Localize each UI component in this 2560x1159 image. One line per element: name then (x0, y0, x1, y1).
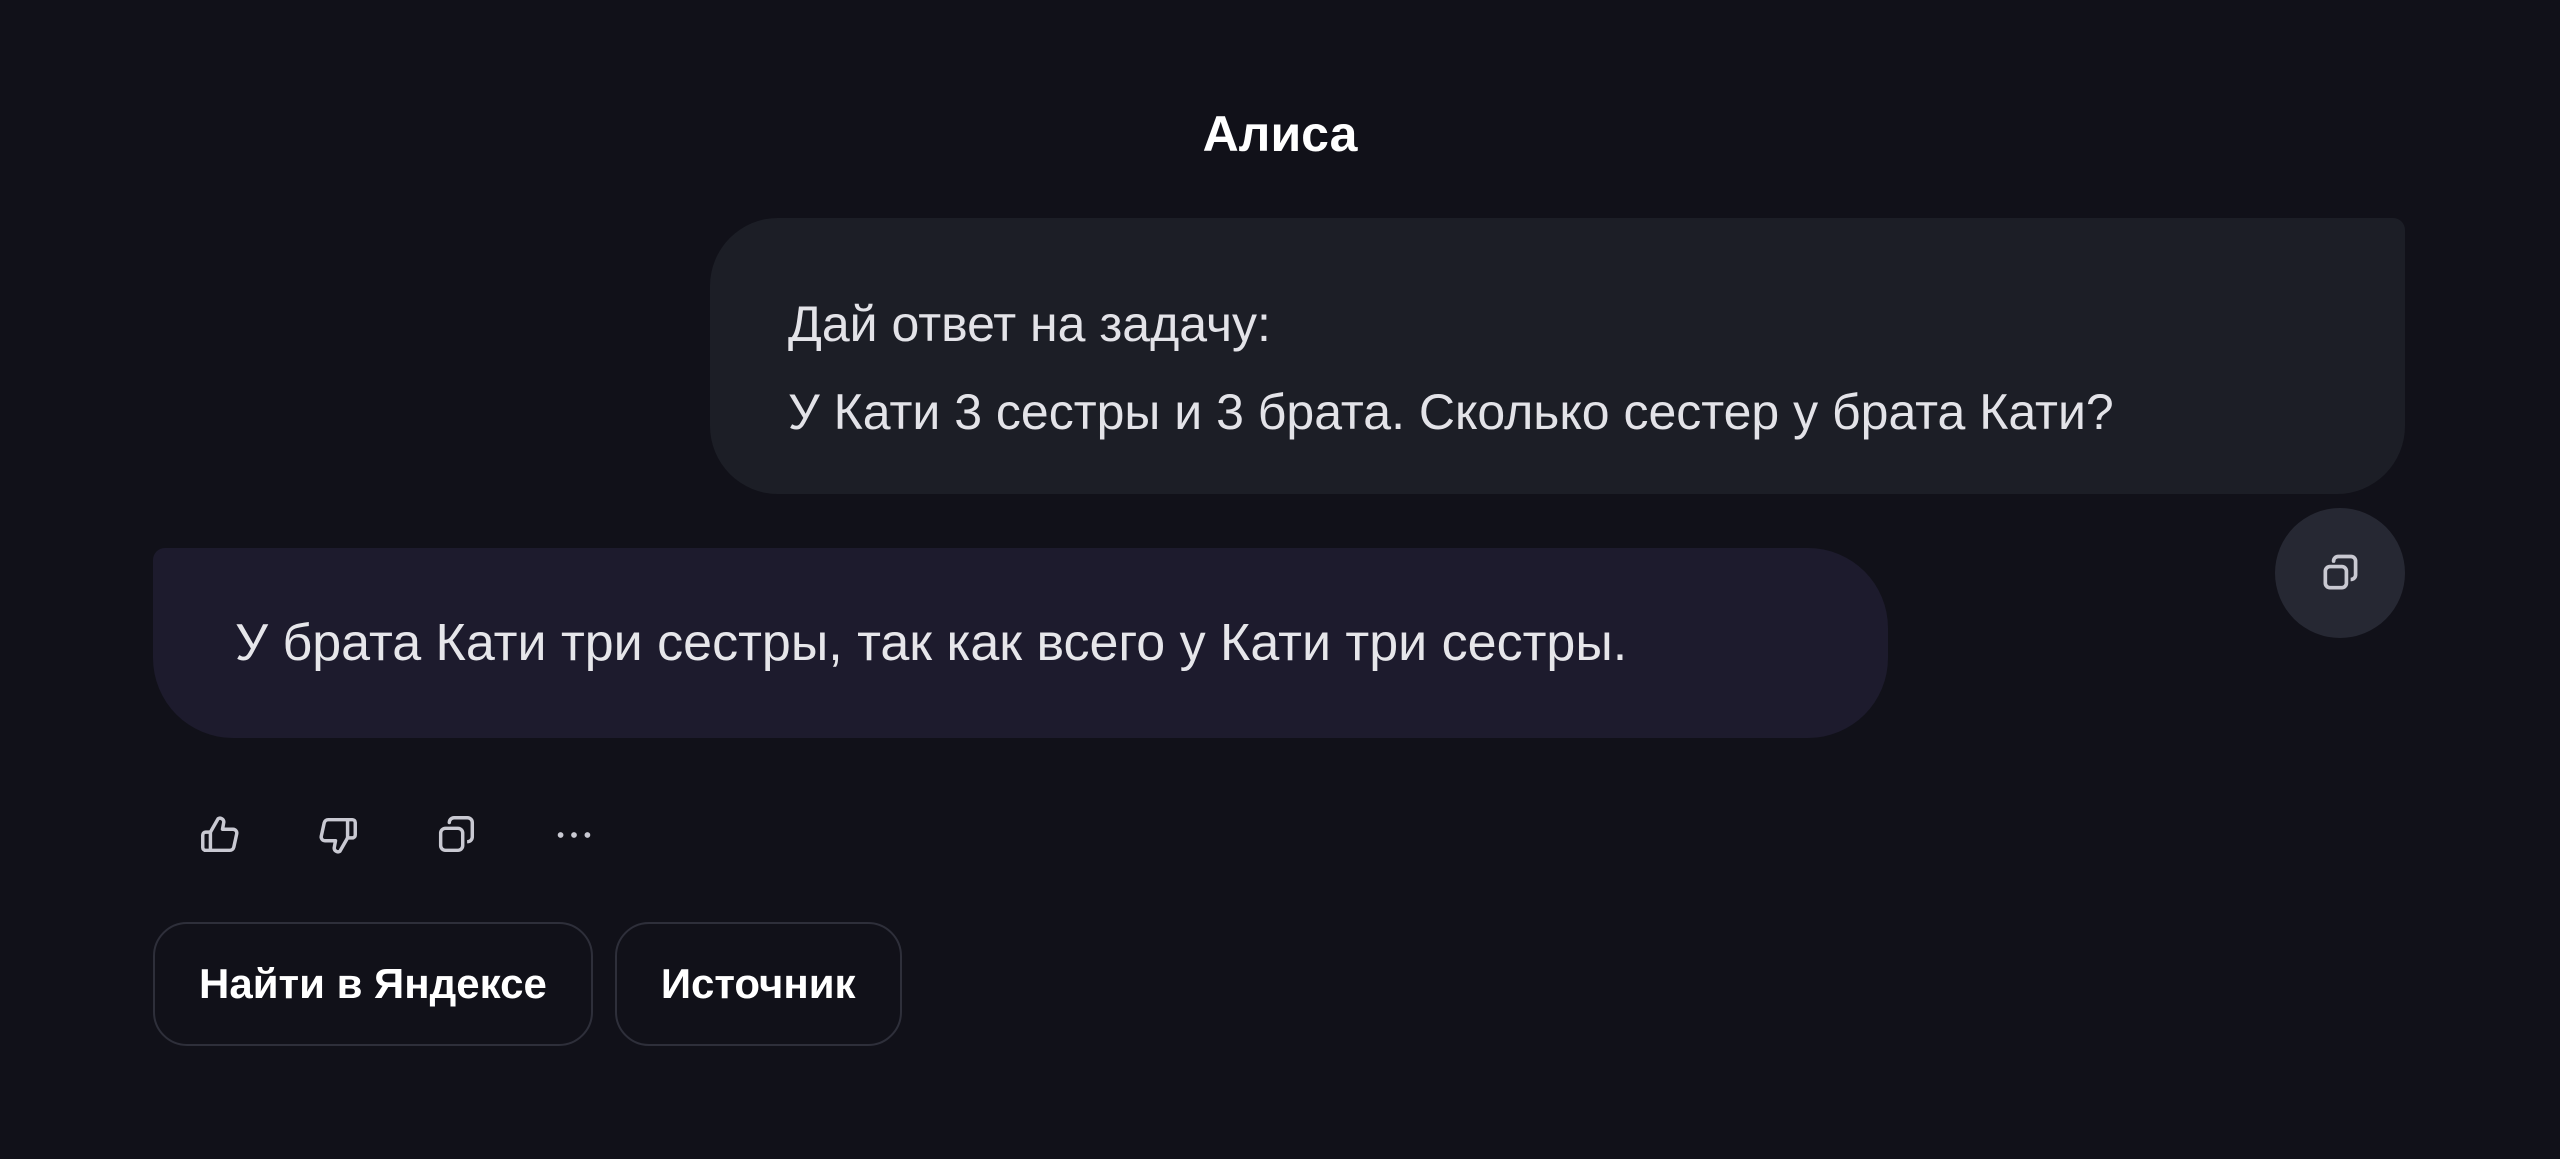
suggestion-chips: Найти в Яндексе Источник (153, 922, 924, 1046)
copy-button[interactable] (426, 805, 486, 865)
assistant-message-text: У брата Кати три сестры, так как всего у… (235, 614, 1628, 672)
copy-user-message-button[interactable] (2275, 508, 2405, 638)
chat-title: Алиса (1202, 106, 1358, 162)
user-message-line-2: У Кати 3 сестры и 3 брата. Сколько сесте… (788, 384, 2114, 440)
source-button[interactable]: Источник (614, 922, 902, 1046)
thumbs-down-icon (315, 812, 361, 858)
user-message-line-1: Дай ответ на задачу: (788, 296, 1271, 352)
copy-icon (2318, 551, 2362, 595)
like-button[interactable] (190, 805, 250, 865)
assistant-message-bubble: У брата Кати три сестры, так как всего у… (153, 548, 1888, 738)
thumbs-up-icon (197, 812, 243, 858)
more-button[interactable] (544, 805, 604, 865)
copy-icon (433, 812, 479, 858)
more-horizontal-icon (551, 812, 597, 858)
user-message-bubble: Дай ответ на задачу: У Кати 3 сестры и 3… (710, 218, 2405, 494)
chat-page: Алиса Дай ответ на задачу: У Кати 3 сест… (0, 0, 2560, 1159)
message-actions (190, 800, 662, 870)
search-yandex-button[interactable]: Найти в Яндексе (153, 922, 593, 1046)
dislike-button[interactable] (308, 805, 368, 865)
